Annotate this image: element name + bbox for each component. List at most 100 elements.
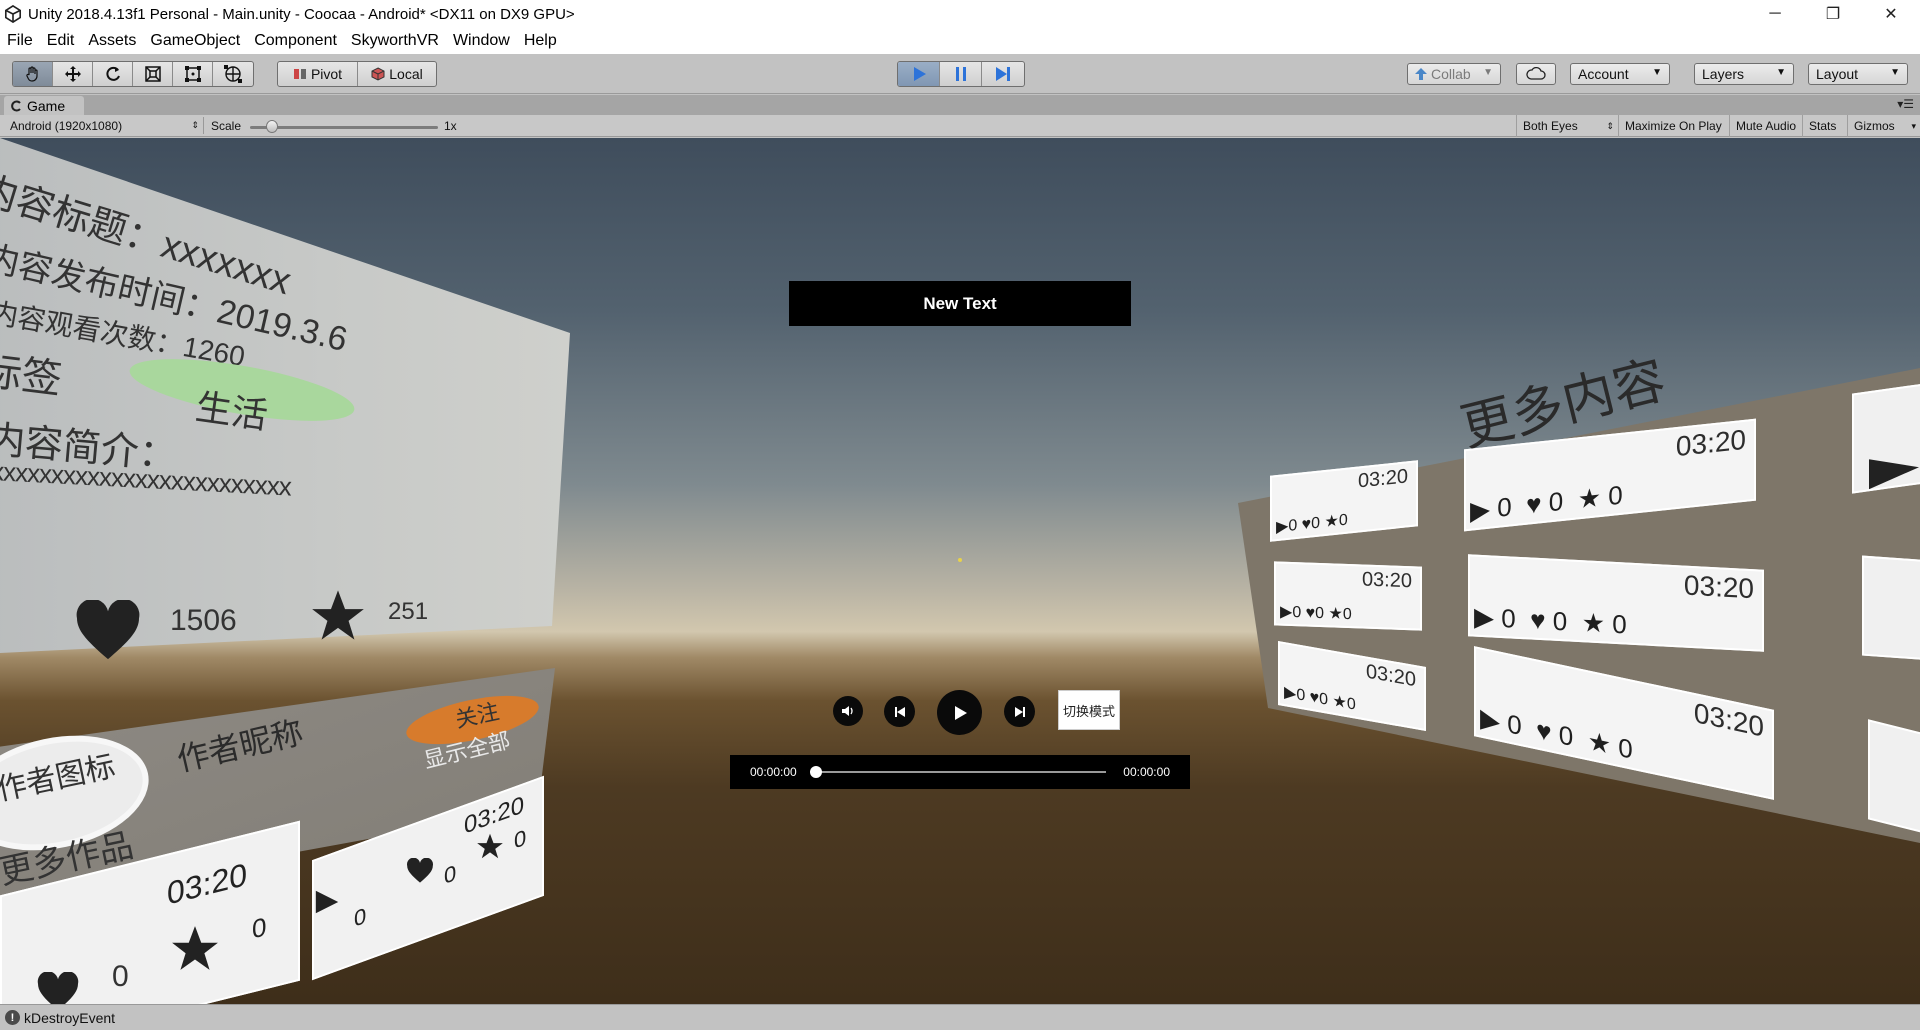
gizmos-label: Gizmos (1854, 119, 1895, 133)
play-button[interactable] (898, 62, 940, 86)
cloud-button[interactable] (1516, 63, 1556, 85)
favorite-count: 251 (388, 598, 429, 625)
pivot-button[interactable]: Pivot (278, 62, 358, 86)
status-message: kDestroyEvent (24, 1009, 116, 1026)
menu-gameobject[interactable]: GameObject (143, 32, 247, 50)
more-card-stats: ▶ 0 ♥ 0 ★ 0 (1474, 601, 1627, 640)
both-eyes-label: Both Eyes (1523, 119, 1578, 133)
window-title: Unity 2018.4.13f1 Personal - Main.unity … (28, 5, 575, 23)
work-card-stat: 0 (252, 910, 267, 945)
scale-slider-track[interactable] (250, 126, 438, 129)
close-button[interactable]: ✕ (1862, 0, 1920, 28)
info-icon: ! (5, 1010, 20, 1025)
more-card-duration: 03:20 (1675, 423, 1746, 463)
scale-slider-handle[interactable] (266, 120, 278, 133)
star-count: 0 (1608, 479, 1623, 512)
mute-audio-toggle[interactable]: Mute Audio (1729, 115, 1802, 137)
more-card-partial[interactable] (1862, 555, 1920, 661)
play-count: 0 (1501, 602, 1516, 634)
pause-button[interactable] (940, 62, 982, 86)
skip-next-icon (1014, 706, 1025, 717)
switch-mode-button[interactable]: 切换模式 (1058, 690, 1120, 730)
play-count: 0 (1288, 516, 1298, 535)
rotate-tool-button[interactable] (93, 62, 133, 86)
transform-tool-button[interactable] (213, 62, 253, 86)
account-dropdown[interactable]: Account ▼ (1570, 63, 1670, 85)
scale-label: Scale (211, 119, 242, 133)
menu-window[interactable]: Window (446, 32, 517, 50)
move-tool-button[interactable] (53, 62, 93, 86)
play-count: 0 (1292, 604, 1302, 622)
chevron-down-icon: ▼ (1776, 67, 1786, 78)
aspect-dropdown[interactable]: Android (1920x1080) ⇕ (4, 117, 204, 134)
pivot-label: Pivot (310, 66, 343, 82)
collab-label: Collab (1431, 66, 1471, 82)
menu-file[interactable]: File (0, 32, 40, 50)
layers-dropdown[interactable]: Layers ▼ (1694, 63, 1794, 85)
previous-button[interactable] (884, 696, 915, 727)
video-progress-bar: 00:00:00 00:00:00 (730, 755, 1190, 789)
restore-button[interactable]: ❐ (1804, 0, 1862, 28)
stats-label: Stats (1809, 119, 1837, 133)
play-controls (897, 61, 1025, 87)
layers-label: Layers (1702, 66, 1745, 82)
content-tag-label: 标签 (0, 348, 65, 403)
scale-tool-button[interactable] (133, 62, 173, 86)
minimize-button[interactable]: ─ (1746, 0, 1804, 28)
collab-dropdown[interactable]: Collab ▼ (1407, 63, 1501, 85)
pause-icon (955, 67, 966, 81)
star-count: 0 (1346, 695, 1356, 714)
step-button[interactable] (982, 62, 1024, 86)
both-eyes-dropdown[interactable]: Both Eyes ⇕ (1516, 115, 1618, 137)
stats-toggle[interactable]: Stats (1802, 115, 1842, 137)
layout-dropdown[interactable]: Layout ▼ (1808, 63, 1908, 85)
menu-component[interactable]: Component (247, 32, 344, 50)
tab-game[interactable]: Game (4, 96, 84, 115)
volume-button[interactable] (833, 696, 863, 726)
chevron-down-icon: ▼ (1483, 67, 1493, 78)
skip-previous-icon (894, 706, 905, 717)
transform-icon (224, 65, 242, 83)
like-count: 0 (1552, 605, 1568, 637)
console-status-bar[interactable]: ! kDestroyEvent (0, 1004, 1920, 1030)
star-icon[interactable] (308, 588, 368, 642)
game-viewport[interactable]: 内容标题：xxxxxxx 内容发布时间：2019.3.6 内容观看次数：1260… (0, 138, 1920, 1004)
local-icon (371, 67, 385, 81)
heart-icon (37, 972, 79, 1004)
more-card-stats: ▶0 ♥0 ★0 (1280, 603, 1352, 624)
progress-handle[interactable] (810, 766, 822, 778)
total-time: 00:00:00 (1123, 765, 1170, 779)
volume-icon (842, 706, 853, 716)
work-card-like-count: 0 (112, 960, 129, 993)
progress-track[interactable] (816, 771, 1106, 773)
more-card-partial[interactable] (1868, 719, 1920, 837)
chevron-updown-icon: ⇕ (1606, 120, 1614, 131)
heart-icon[interactable] (72, 600, 144, 662)
more-card[interactable]: 03:20 ▶ 0 ♥ 0 ★ 0 (1468, 554, 1764, 652)
more-card-duration: 03:20 (1357, 465, 1408, 493)
more-card[interactable]: 03:20 ▶0 ♥0 ★0 (1274, 561, 1422, 631)
next-button[interactable] (1004, 696, 1035, 727)
menu-help[interactable]: Help (517, 32, 564, 50)
gizmos-dropdown[interactable]: Gizmos ▾ (1847, 115, 1920, 137)
hand-tool-button[interactable] (13, 62, 53, 86)
menu-skyworthvr[interactable]: SkyworthVR (344, 32, 446, 50)
star-icon (477, 833, 503, 859)
tab-game-label: Game (27, 97, 66, 114)
like-count: 0 (1548, 485, 1564, 518)
layout-label: Layout (1816, 66, 1859, 82)
play-count: 0 (1497, 491, 1512, 523)
gaze-reticle (958, 558, 962, 562)
more-card-partial[interactable] (1852, 382, 1920, 494)
more-card-stats: ▶0 ♥0 ★0 (1276, 511, 1348, 537)
menu-assets[interactable]: Assets (81, 32, 143, 50)
like-count: 0 (1319, 690, 1329, 709)
more-card-duration: 03:20 (1365, 660, 1416, 692)
chevron-down-icon: ▼ (1652, 67, 1662, 78)
tab-menu-icon[interactable]: ▾☰ (1897, 97, 1914, 111)
rect-tool-button[interactable] (173, 62, 213, 86)
play-pause-button[interactable] (937, 690, 982, 735)
maximize-on-play-toggle[interactable]: Maximize On Play (1618, 115, 1728, 137)
menu-edit[interactable]: Edit (40, 32, 82, 50)
local-button[interactable]: Local (358, 62, 436, 86)
